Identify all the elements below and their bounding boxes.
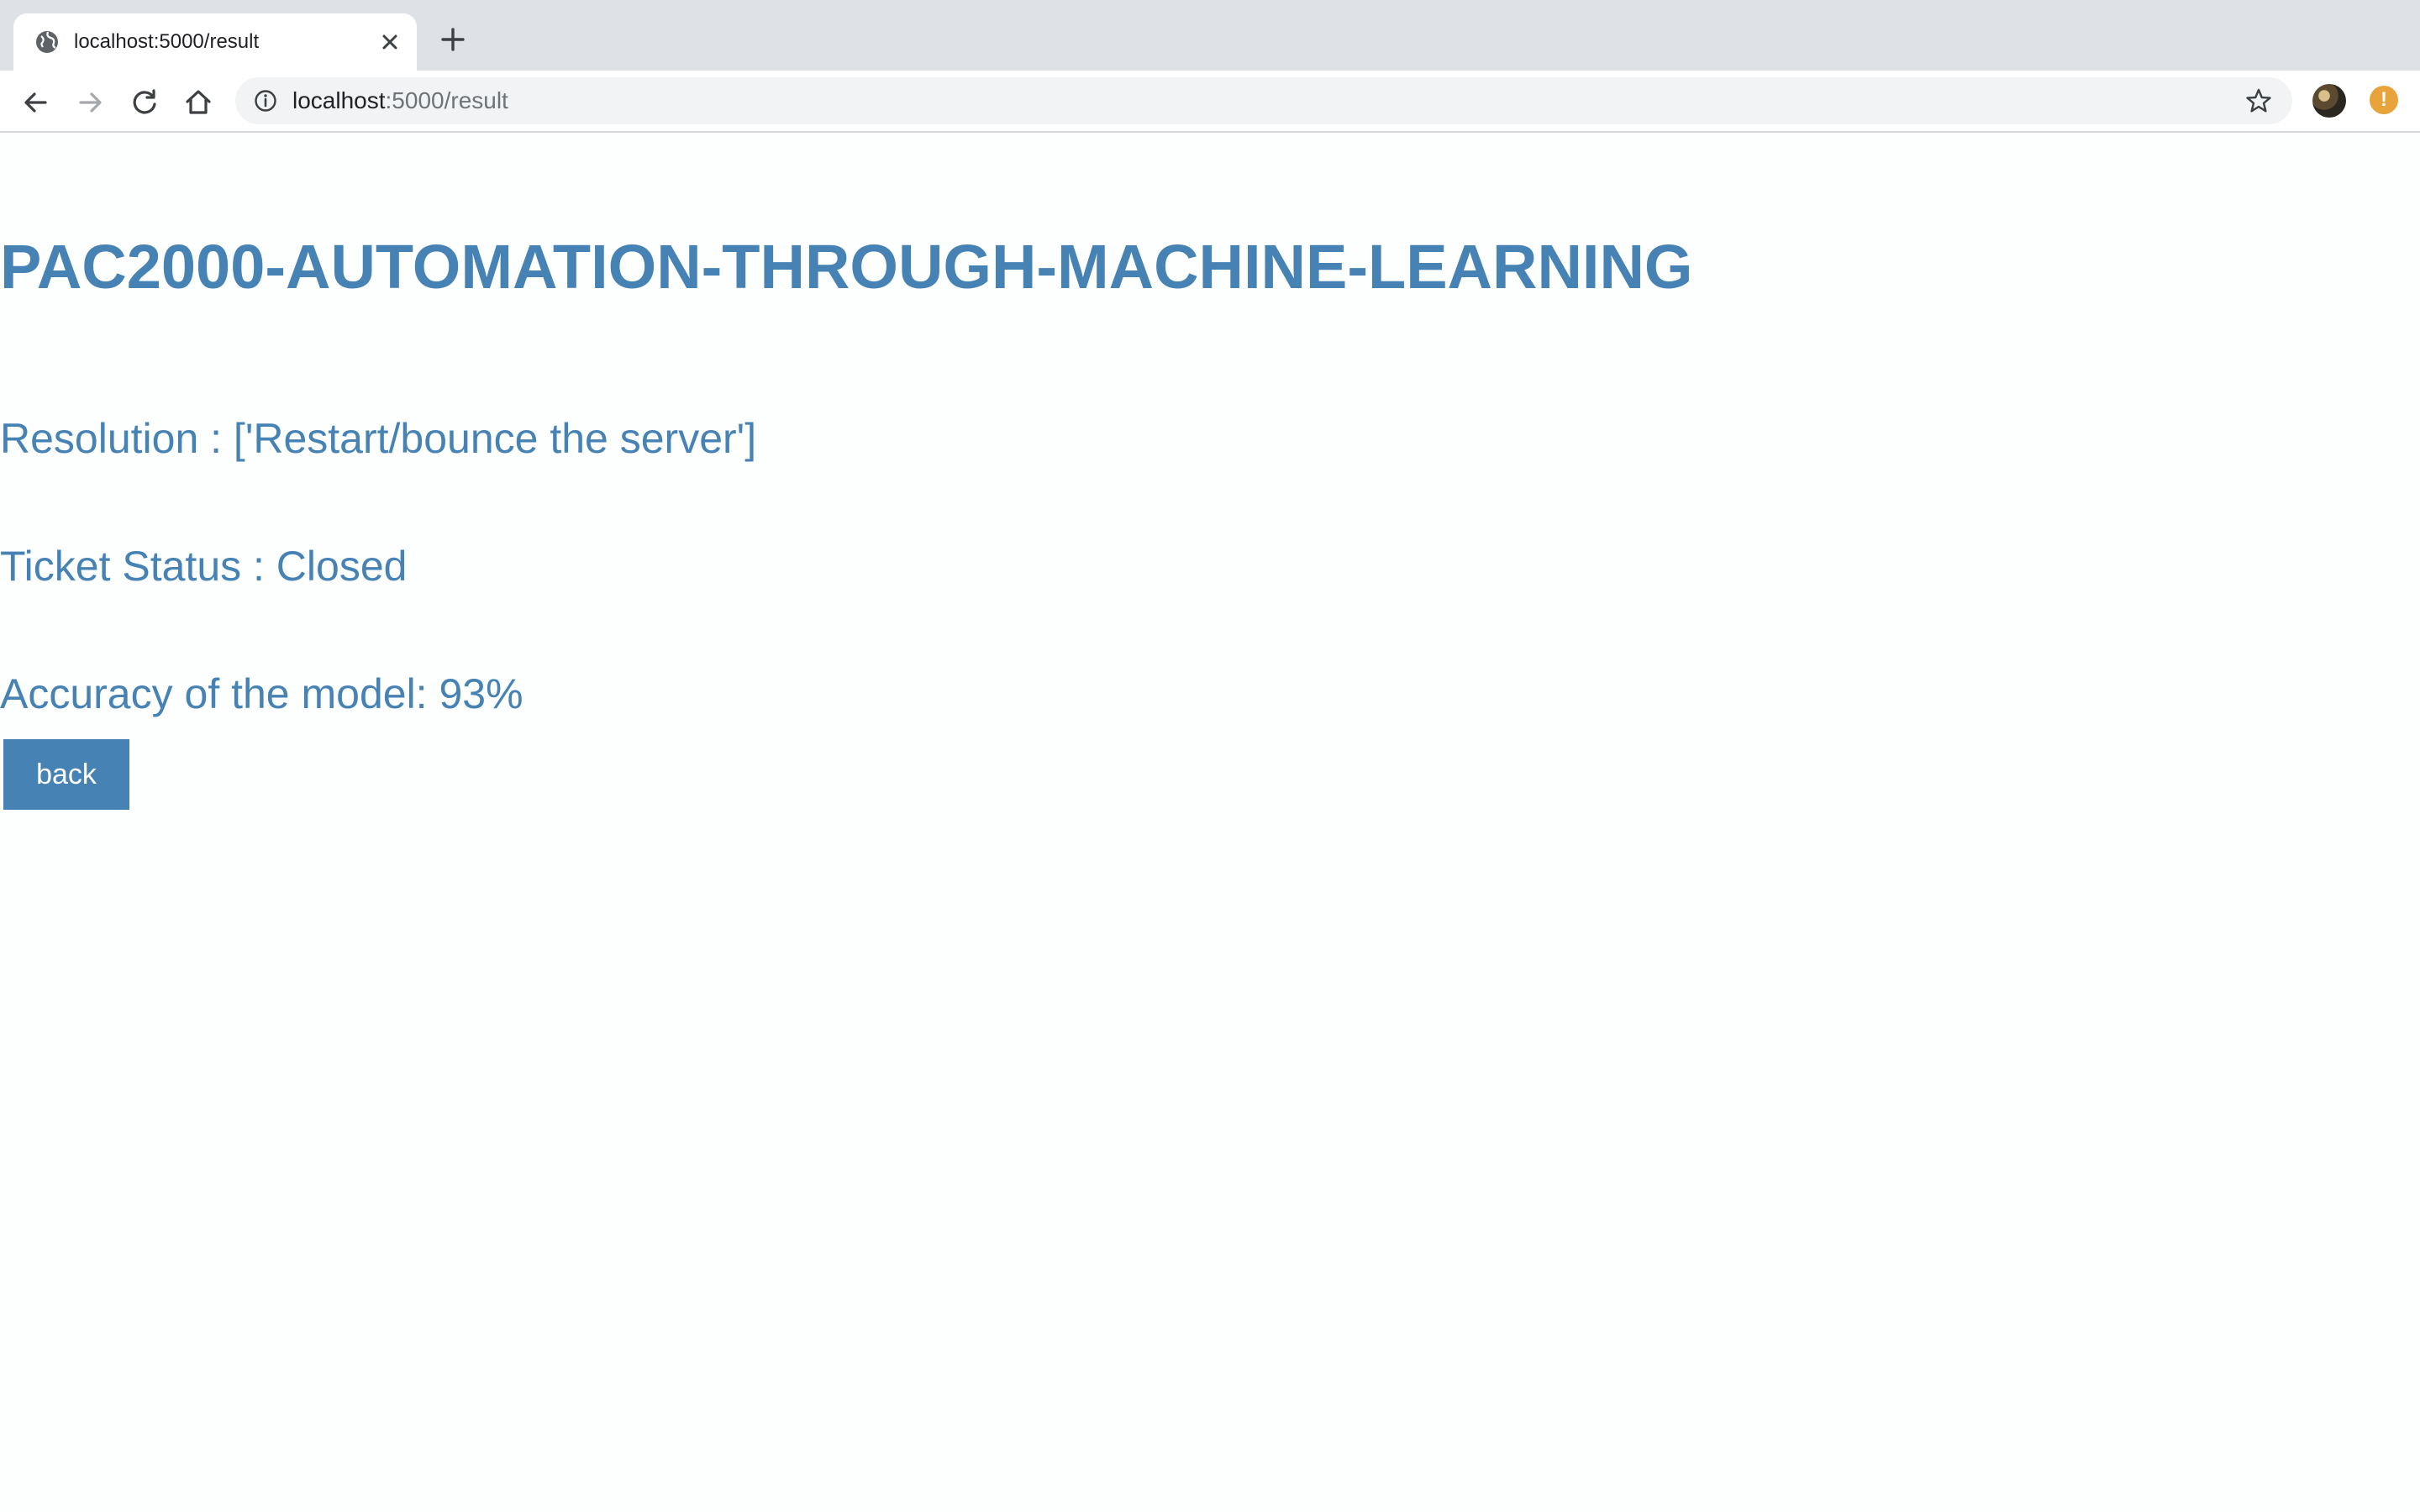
back-arrow-icon[interactable]	[18, 86, 52, 119]
back-button[interactable]: back	[3, 739, 129, 810]
info-icon[interactable]	[254, 89, 277, 113]
ticket-status-text: Ticket Status : Closed	[0, 543, 408, 590]
star-icon[interactable]	[2245, 87, 2272, 114]
resolution-text: Resolution : ['Restart/bounce the server…	[0, 415, 757, 462]
page-content: PAC2000-AUTOMATION-THROUGH-MACHINE-LEARN…	[0, 134, 2420, 1512]
tab-strip: localhost:5000/result	[0, 0, 2420, 71]
browser-toolbar: localhost:5000/result	[0, 71, 2420, 133]
url-text: localhost:5000/result	[292, 87, 508, 114]
forward-arrow-icon[interactable]	[74, 86, 108, 119]
url-path: :5000/result	[385, 87, 508, 113]
page-title: PAC2000-AUTOMATION-THROUGH-MACHINE-LEARN…	[0, 232, 1693, 302]
tab-title: localhost:5000/result	[74, 30, 260, 53]
accuracy-text: Accuracy of the model: 93%	[0, 670, 523, 717]
globe-icon	[34, 29, 60, 55]
plus-icon[interactable]	[439, 25, 467, 54]
address-bar[interactable]: localhost:5000/result	[235, 77, 2292, 124]
profile-avatar[interactable]	[2312, 84, 2346, 118]
browser-tab[interactable]: localhost:5000/result	[13, 13, 417, 71]
home-icon[interactable]	[182, 86, 215, 119]
alert-icon[interactable]: !	[2370, 86, 2398, 114]
url-host: localhost	[292, 87, 386, 113]
close-icon[interactable]	[378, 30, 402, 54]
reload-icon[interactable]	[128, 86, 161, 119]
